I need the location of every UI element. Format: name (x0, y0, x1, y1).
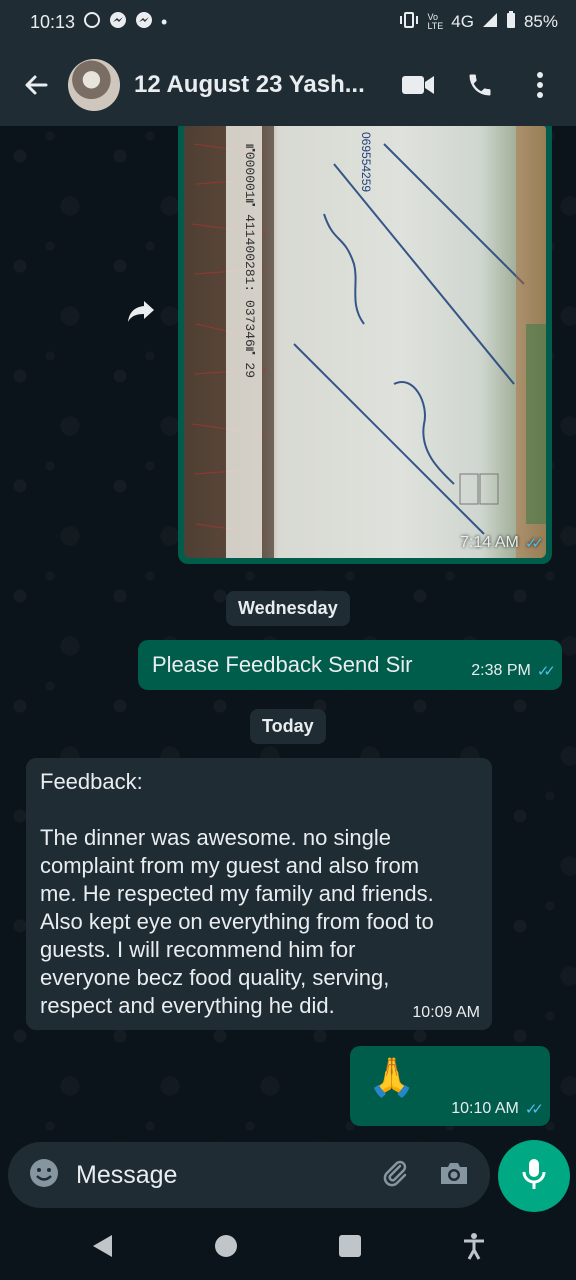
outgoing-message[interactable]: 🙏 10:10 AM ✓✓ (350, 1046, 550, 1126)
emoji-icon[interactable] (28, 1157, 60, 1194)
cheque-photo[interactable]: ⑈000001⑈ 411400281: 037346⑈ 29 069554259 (184, 126, 546, 558)
messenger-notification-icon (109, 11, 127, 34)
voice-call-icon[interactable] (458, 63, 502, 107)
home-nav-icon[interactable] (214, 1234, 238, 1263)
contact-name[interactable]: 12 August 23 Yash... (134, 71, 396, 99)
message-time: 10:10 AM (451, 1100, 519, 1117)
read-receipt-icon: ✓✓ (536, 663, 556, 680)
back-arrow-icon[interactable] (14, 63, 58, 107)
video-call-icon[interactable] (396, 63, 440, 107)
microphone-icon (521, 1157, 547, 1196)
messenger-notification-icon-2 (135, 11, 153, 34)
message-line: The dinner was awesome. no single (40, 825, 391, 850)
more-options-icon[interactable] (518, 63, 562, 107)
message-line: everyone becz food quality, serving, (40, 965, 390, 990)
volte-icon: Vo LTE (427, 12, 444, 31)
message-line: respect and everything he did. (40, 993, 335, 1018)
message-line: guests. I will recommend him for (40, 937, 356, 962)
emoji-text: 🙏 (368, 1057, 416, 1099)
date-divider: Today (250, 709, 326, 744)
image-message[interactable]: ⑈000001⑈ 411400281: 037346⑈ 29 069554259 (178, 126, 552, 564)
signal-icon (482, 12, 498, 33)
message-meta: 2:38 PM ✓✓ (471, 662, 556, 680)
contact-avatar[interactable] (68, 59, 120, 111)
message-line: Feedback: (40, 769, 143, 794)
vibrate-icon (399, 11, 419, 33)
svg-text:069554259: 069554259 (359, 132, 373, 192)
forward-icon[interactable] (126, 298, 156, 329)
message-line: complaint from my guest and also from (40, 853, 420, 878)
message-time: 7:14 AM (460, 534, 519, 551)
message-line: Also kept eye on everything from food to (40, 909, 434, 934)
accessibility-icon[interactable] (462, 1232, 486, 1265)
battery-percent: 85% (523, 12, 558, 31)
incoming-message[interactable]: Feedback: The dinner was awesome. no sin… (26, 758, 492, 1030)
network-type: 4G (451, 12, 474, 31)
whatsapp-notification-icon (83, 11, 101, 34)
camera-icon[interactable] (438, 1159, 470, 1192)
svg-text:⑈000001⑈ 411400281: 037346⑈ 29: ⑈000001⑈ 411400281: 037346⑈ 29 (242, 144, 257, 378)
message-meta: 10:10 AM ✓✓ (451, 1100, 544, 1118)
clock: 10:13 (30, 11, 76, 32)
status-bar: 10:13 • Vo LTE 4G 85% (0, 0, 576, 44)
read-receipt-icon: ✓✓ (524, 535, 544, 552)
attach-icon[interactable] (380, 1158, 410, 1193)
message-line: me. He respected my family and friends. (40, 881, 434, 906)
chat-area[interactable]: ⑈000001⑈ 411400281: 037346⑈ 29 069554259 (0, 126, 576, 1140)
outgoing-message[interactable]: Please Feedback Send Sir 2:38 PM ✓✓ (138, 640, 562, 690)
message-time: 2:38 PM (471, 662, 531, 679)
message-meta: 10:09 AM (412, 1004, 480, 1022)
battery-icon (506, 10, 516, 34)
message-time: 10:09 AM (412, 1004, 480, 1021)
message-input[interactable]: Message (76, 1161, 380, 1190)
voice-message-button[interactable] (498, 1140, 570, 1212)
message-text: Feedback: The dinner was awesome. no sin… (40, 768, 434, 1020)
date-divider: Wednesday (226, 591, 350, 626)
message-text: Please Feedback Send Sir (152, 652, 413, 677)
recents-nav-icon[interactable] (338, 1234, 362, 1263)
message-line (40, 796, 434, 824)
read-receipt-icon: ✓✓ (524, 1101, 544, 1118)
more-notifications-dot: • (161, 11, 168, 32)
message-composer[interactable]: Message (8, 1142, 490, 1208)
chat-header: 12 August 23 Yash... (0, 44, 576, 126)
back-nav-icon[interactable] (90, 1233, 114, 1264)
system-navigation-bar (0, 1216, 576, 1280)
message-meta: 7:14 AM ✓✓ (460, 534, 544, 552)
